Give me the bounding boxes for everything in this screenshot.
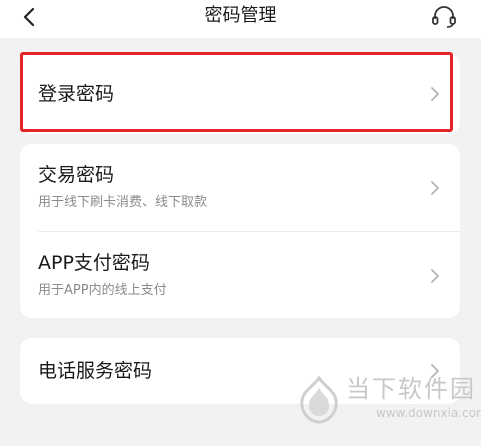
chevron-right-icon (431, 87, 439, 101)
login-password-item[interactable]: 登录密码 (20, 54, 460, 134)
watermark-logo-icon (300, 376, 338, 424)
watermark-url: www.downxia.com (376, 406, 481, 420)
app-header: 密码管理 (0, 0, 481, 38)
chevron-right-icon (431, 181, 439, 195)
login-password-label: 登录密码 (38, 83, 115, 105)
chevron-right-icon (431, 269, 439, 283)
watermark-text: 当下软件园 (346, 375, 476, 403)
page-title: 密码管理 (204, 5, 277, 26)
transaction-password-item[interactable]: 交易密码 用于线下刷卡消费、线下取款 (20, 144, 460, 231)
transaction-password-label: 交易密码 (38, 164, 115, 186)
login-password-card: 登录密码 (20, 54, 460, 134)
headset-icon[interactable] (430, 4, 458, 28)
app-payment-password-item[interactable]: APP支付密码 用于APP内的线上支付 (20, 232, 460, 318)
transaction-password-subtitle: 用于线下刷卡消费、线下取款 (38, 195, 208, 210)
phone-service-password-label: 电话服务密码 (38, 360, 153, 382)
app-payment-password-label: APP支付密码 (38, 252, 150, 274)
payment-password-card: 交易密码 用于线下刷卡消费、线下取款 APP支付密码 用于APP内的线上支付 (20, 144, 460, 318)
app-payment-password-subtitle: 用于APP内的线上支付 (38, 283, 167, 298)
